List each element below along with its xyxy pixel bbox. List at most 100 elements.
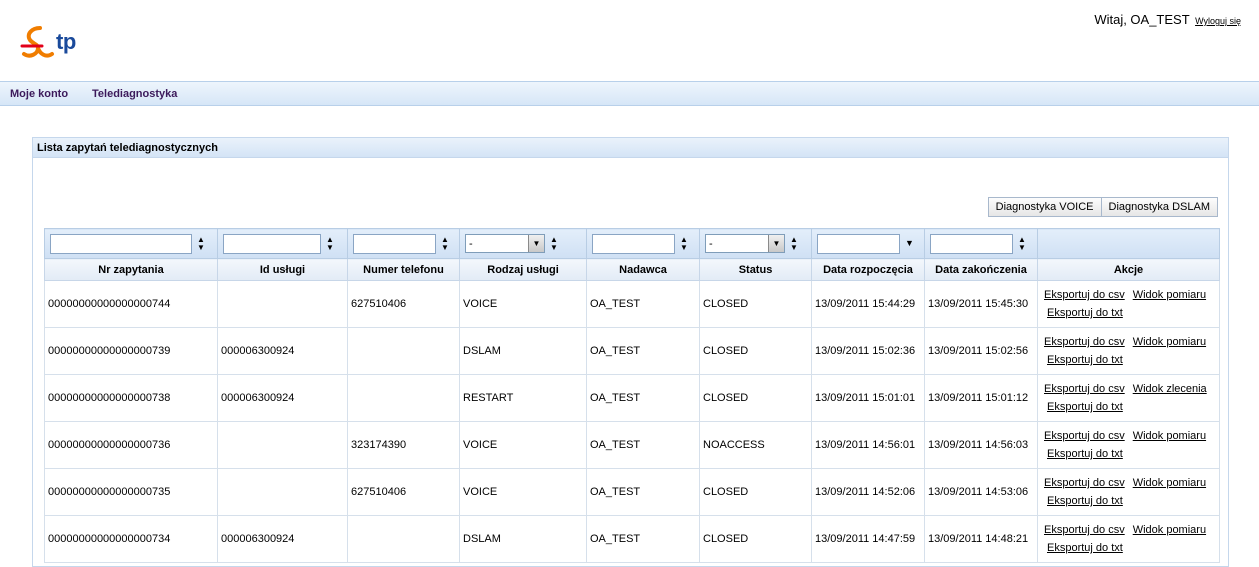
select-value: - [469, 237, 473, 250]
export-txt-link[interactable]: Eksportuj do txt [1047, 542, 1123, 554]
export-txt-link[interactable]: Eksportuj do txt [1047, 495, 1123, 507]
col-header-nr[interactable]: Nr zapytania [44, 258, 218, 281]
diagnostics-toolbar: Diagnostyka VOICE Diagnostyka DSLAM [987, 197, 1218, 217]
export-csv-link[interactable]: Eksportuj do csv [1044, 383, 1125, 395]
requests-panel: Lista zapytań telediagnostycznych Diagno… [32, 137, 1229, 567]
cell-id: 000006300924 [217, 515, 348, 563]
export-csv-link[interactable]: Eksportuj do csv [1044, 477, 1125, 489]
chevron-down-icon[interactable]: ▼ [768, 235, 784, 252]
export-csv-link[interactable]: Eksportuj do csv [1044, 336, 1125, 348]
cell-actions: Eksportuj do csv Widok pomiaru Eksportuj d… [1037, 468, 1220, 516]
cell-tel: 323174390 [347, 421, 460, 469]
col-header-id[interactable]: Id usługi [217, 258, 348, 281]
export-txt-link[interactable]: Eksportuj do txt [1047, 307, 1123, 319]
cell-start: 13/09/2011 14:47:59 [811, 515, 925, 563]
cell-nr: 00000000000000000735 [44, 468, 218, 516]
main-nav: Moje konto Telediagnostyka [0, 81, 1259, 106]
view-link[interactable]: Widok pomiaru [1133, 430, 1206, 442]
table-row: 00000000000000000734 000006300924 DSLAM OA_… [44, 515, 1220, 563]
filter-status-select[interactable]: - ▼ [705, 234, 785, 253]
cell-nr: 00000000000000000739 [44, 327, 218, 375]
export-txt-link[interactable]: Eksportuj do txt [1047, 401, 1123, 413]
view-link[interactable]: Widok pomiaru [1133, 477, 1206, 489]
col-header-rodzaj[interactable]: Rodzaj usługi [459, 258, 587, 281]
cell-status: CLOSED [699, 468, 812, 516]
filter-rodzaj-select[interactable]: - ▼ [465, 234, 545, 253]
filter-id-input[interactable] [223, 233, 321, 254]
col-header-status[interactable]: Status [699, 258, 812, 281]
cell-status: CLOSED [699, 515, 812, 563]
view-link[interactable]: Widok pomiaru [1133, 289, 1206, 301]
logo-text: tp [56, 29, 76, 54]
nav-item-moje-konto[interactable]: Moje konto [10, 88, 68, 100]
filter-tel-input[interactable] [353, 233, 436, 254]
cell-tel [347, 515, 460, 563]
cell-actions: Eksportuj do csv Widok pomiaru Eksportuj d… [1037, 515, 1220, 563]
cell-id [217, 468, 348, 516]
cell-rodzaj: DSLAM [459, 327, 587, 375]
filter-nr-input[interactable] [50, 233, 192, 254]
cell-nadawca: OA_TEST [586, 280, 700, 328]
cell-tel [347, 327, 460, 375]
cell-start: 13/09/2011 15:44:29 [811, 280, 925, 328]
cell-start: 13/09/2011 15:02:36 [811, 327, 925, 375]
sort-icon[interactable]: ▲ ▼ [790, 235, 798, 252]
sort-icon[interactable]: ▲ ▼ [1018, 235, 1026, 252]
cell-rodzaj: RESTART [459, 374, 587, 422]
cell-end: 13/09/2011 15:45:30 [924, 280, 1038, 328]
sort-icon[interactable]: ▲ ▼ [326, 235, 334, 252]
cell-nr: 00000000000000000738 [44, 374, 218, 422]
export-csv-link[interactable]: Eksportuj do csv [1044, 289, 1125, 301]
diagnostyka-voice-button[interactable]: Diagnostyka VOICE [987, 197, 1102, 217]
logout-link[interactable]: Wyloguj się [1195, 16, 1241, 26]
greeting-text: Witaj, OA_TEST [1094, 12, 1190, 27]
cell-rodzaj: VOICE [459, 280, 587, 328]
export-txt-link[interactable]: Eksportuj do txt [1047, 448, 1123, 460]
sort-icon[interactable]: ▲ ▼ [550, 235, 558, 252]
cell-status: NOACCESS [699, 421, 812, 469]
col-header-start[interactable]: Data rozpoczęcia [811, 258, 925, 281]
sort-down-icon[interactable]: ▼ [905, 239, 914, 248]
view-link[interactable]: Widok pomiaru [1133, 524, 1206, 536]
export-txt-link[interactable]: Eksportuj do txt [1047, 354, 1123, 366]
cell-rodzaj: DSLAM [459, 515, 587, 563]
cell-nadawca: OA_TEST [586, 421, 700, 469]
cell-id: 000006300924 [217, 327, 348, 375]
cell-nr: 00000000000000000744 [44, 280, 218, 328]
cell-rodzaj: VOICE [459, 468, 587, 516]
user-greeting: Witaj, OA_TEST Wyloguj się [1094, 12, 1241, 27]
view-link[interactable]: Widok pomiaru [1133, 336, 1206, 348]
cell-id: 000006300924 [217, 374, 348, 422]
tp-logo: tp [18, 24, 98, 64]
chevron-down-icon[interactable]: ▼ [528, 235, 544, 252]
cell-nr: 00000000000000000734 [44, 515, 218, 563]
table-row: 00000000000000000736 323174390 VOICE OA_TES… [44, 421, 1220, 469]
filter-end-date-input[interactable] [930, 233, 1013, 254]
col-header-nadawca[interactable]: Nadawca [586, 258, 700, 281]
filter-nadawca-input[interactable] [592, 233, 675, 254]
export-csv-link[interactable]: Eksportuj do csv [1044, 524, 1125, 536]
cell-tel: 627510406 [347, 468, 460, 516]
diagnostyka-dslam-button[interactable]: Diagnostyka DSLAM [1101, 197, 1218, 217]
select-value: - [709, 237, 713, 250]
cell-rodzaj: VOICE [459, 421, 587, 469]
sort-icon[interactable]: ▲ ▼ [197, 235, 205, 252]
filter-row: ▲ ▼ ▲ ▼ ▲ ▼ - ▼ ▲ ▼ ▲ ▼ - ▼ ▲ ▼ ▼ ▲ ▼ [44, 228, 1220, 259]
export-csv-link[interactable]: Eksportuj do csv [1044, 430, 1125, 442]
cell-status: CLOSED [699, 374, 812, 422]
col-header-akcje: Akcje [1037, 258, 1220, 281]
filter-start-date-input[interactable] [817, 233, 900, 254]
cell-tel [347, 374, 460, 422]
cell-end: 13/09/2011 15:01:12 [924, 374, 1038, 422]
sort-icon[interactable]: ▲ ▼ [680, 235, 688, 252]
table-row: 00000000000000000735 627510406 VOICE OA_TES… [44, 468, 1220, 516]
cell-actions: Eksportuj do csv Widok zlecenia Eksportuj … [1037, 374, 1220, 422]
nav-item-telediagnostyka[interactable]: Telediagnostyka [92, 88, 177, 100]
view-link[interactable]: Widok zlecenia [1133, 383, 1207, 395]
cell-start: 13/09/2011 14:52:06 [811, 468, 925, 516]
col-header-tel[interactable]: Numer telefonu [347, 258, 460, 281]
logo-ribbon-icon [20, 26, 54, 58]
sort-icon[interactable]: ▲ ▼ [441, 235, 449, 252]
table-row: 00000000000000000738 000006300924 RESTART O… [44, 374, 1220, 422]
col-header-end[interactable]: Data zakończenia [924, 258, 1038, 281]
